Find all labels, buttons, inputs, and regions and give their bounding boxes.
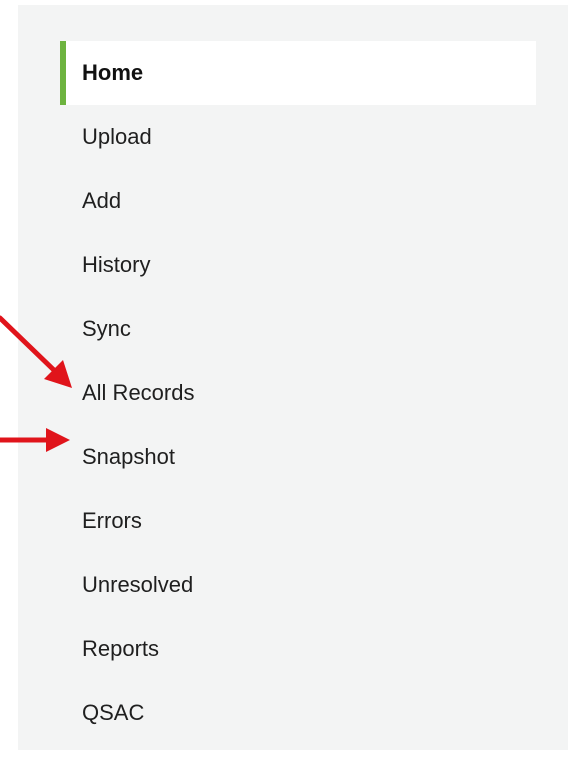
sidebar-item-qsac[interactable]: QSAC: [60, 681, 536, 745]
page: Home Upload Add History Sync All Records…: [0, 0, 568, 775]
sidebar-item-sync[interactable]: Sync: [60, 297, 536, 361]
sidebar-item-reports[interactable]: Reports: [60, 617, 536, 681]
sidebar-nav: Home Upload Add History Sync All Records…: [18, 5, 568, 750]
sidebar-item-history[interactable]: History: [60, 233, 536, 297]
sidebar-item-unresolved[interactable]: Unresolved: [60, 553, 536, 617]
sidebar-item-add[interactable]: Add: [60, 169, 536, 233]
sidebar-item-upload[interactable]: Upload: [60, 105, 536, 169]
nav-list: Home Upload Add History Sync All Records…: [60, 41, 536, 745]
sidebar-item-errors[interactable]: Errors: [60, 489, 536, 553]
sidebar-item-home[interactable]: Home: [60, 41, 536, 105]
sidebar-item-all-records[interactable]: All Records: [60, 361, 536, 425]
sidebar-item-snapshot[interactable]: Snapshot: [60, 425, 536, 489]
